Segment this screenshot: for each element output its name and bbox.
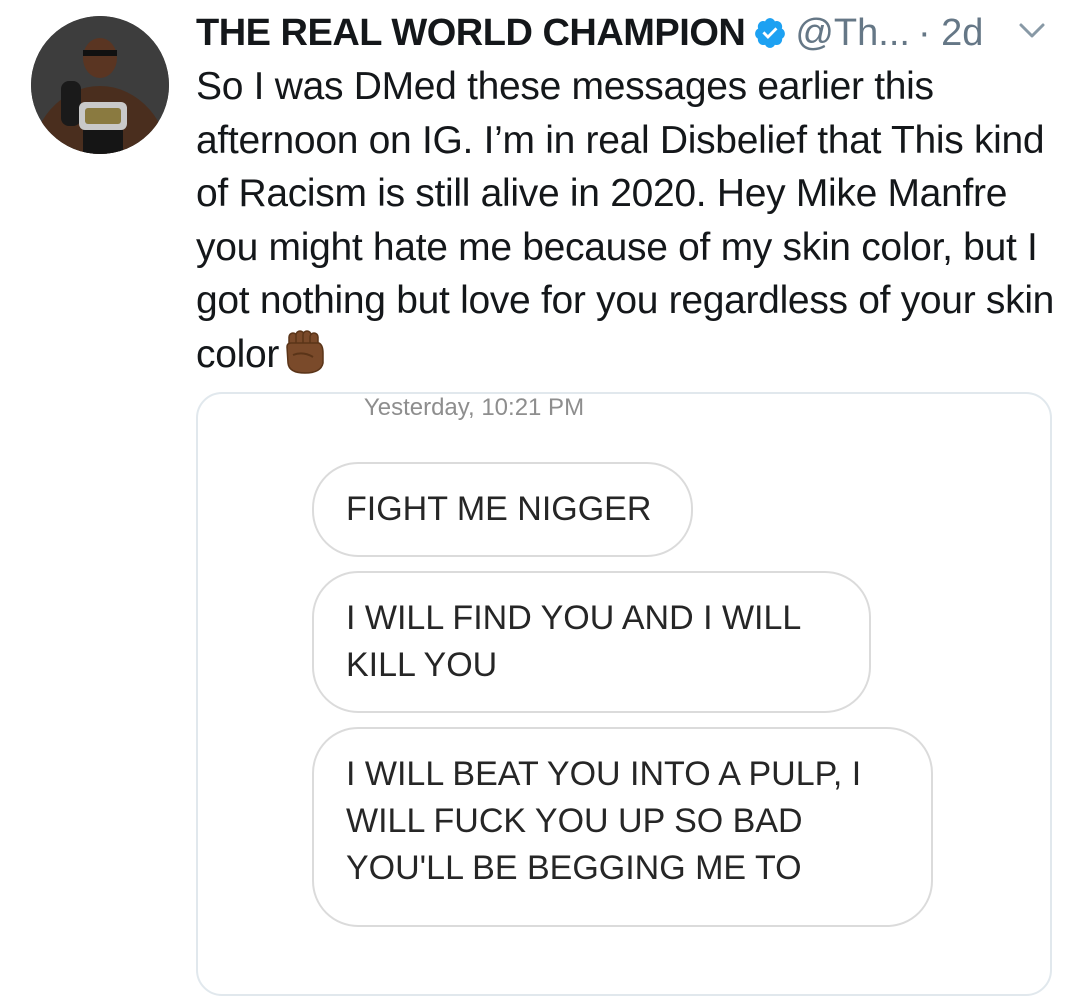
author-name[interactable]: THE REAL WORLD CHAMPION <box>196 12 746 55</box>
dm-timestamp: Yesterday, 10:21 PM <box>363 394 585 421</box>
dm-message-bubble: I WILL FIND YOU AND I WILL KILL YOU <box>312 571 871 713</box>
avatar-image <box>31 16 169 154</box>
tweet-header: THE REAL WORLD CHAMPION @Th... · 2d <box>196 8 983 58</box>
dm-message-bubble: FIGHT ME NIGGER <box>312 462 693 557</box>
tweet-time[interactable]: · 2d <box>918 12 983 55</box>
avatar[interactable] <box>31 16 169 154</box>
tweet-media-image[interactable]: Yesterday, 10:21 PM FIGHT ME NIGGER I WI… <box>196 392 1052 996</box>
raised-fist-icon <box>283 329 327 390</box>
verified-badge-icon <box>753 16 787 50</box>
author-handle[interactable]: @Th... <box>795 12 910 55</box>
dm-message-bubble: I WILL BEAT YOU INTO A PULP, I WILL FUCK… <box>312 727 933 927</box>
tweet-text: So I was DMed these messages earlier thi… <box>196 60 1056 389</box>
chevron-down-icon[interactable] <box>1018 22 1046 45</box>
